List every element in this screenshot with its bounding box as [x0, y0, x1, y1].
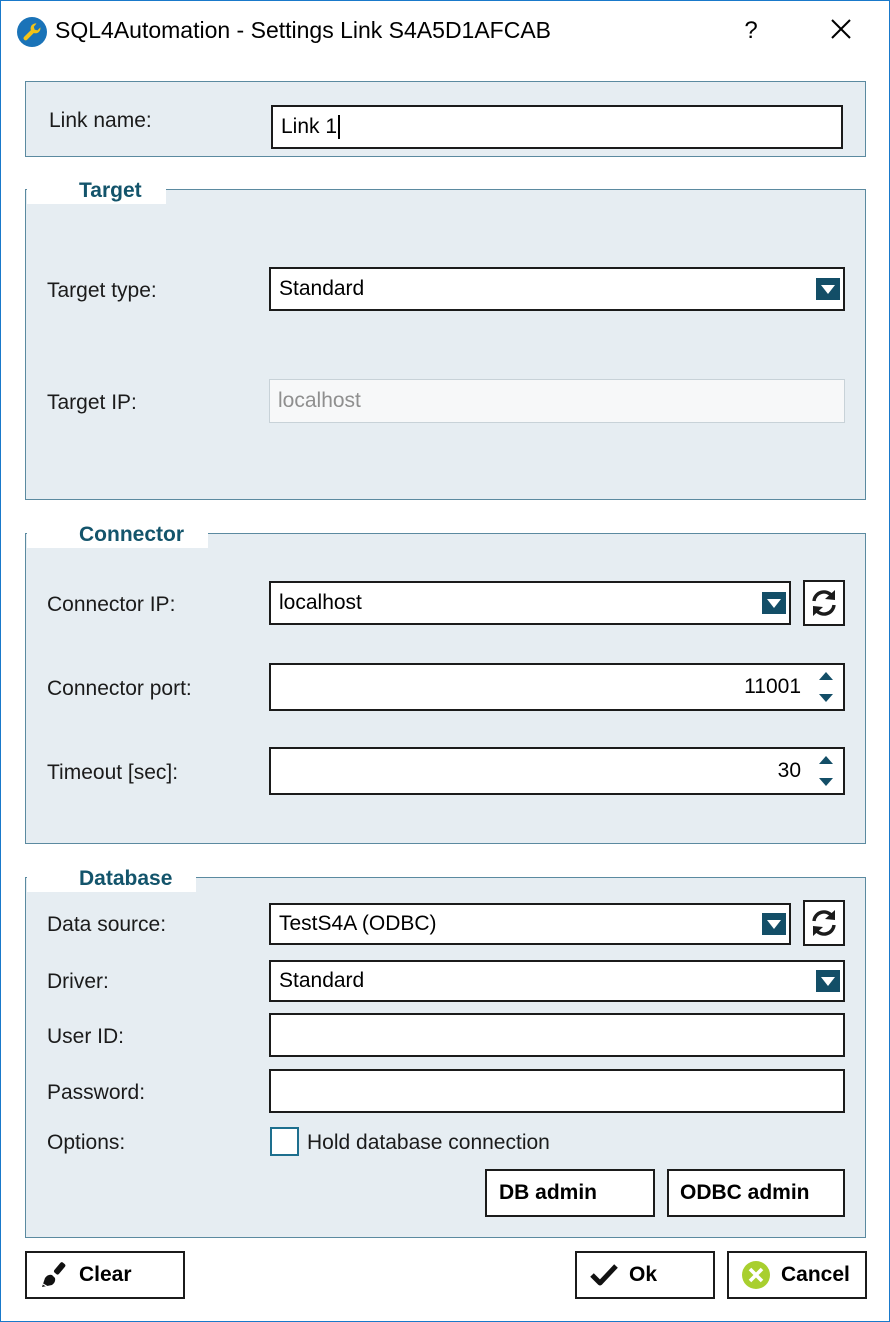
connector-legend: Connector: [27, 522, 208, 548]
connector-port-value: 11001: [744, 675, 801, 698]
connector-port-label: Connector port:: [47, 677, 192, 700]
clear-button[interactable]: Clear: [25, 1251, 185, 1299]
user-id-label: User ID:: [47, 1025, 125, 1048]
settings-dialog: SQL4Automation - Settings Link S4A5D1AFC…: [0, 0, 890, 1322]
ok-button[interactable]: Ok: [575, 1251, 715, 1299]
data-source-value: TestS4A (ODBC): [279, 912, 437, 935]
odbc-admin-button[interactable]: ODBC admin: [667, 1169, 845, 1217]
close-icon[interactable]: [819, 11, 863, 51]
target-ip-label: Target IP:: [47, 391, 137, 414]
driver-value: Standard: [279, 969, 365, 992]
driver-label: Driver:: [47, 970, 109, 993]
connector-ip-value: localhost: [279, 591, 362, 614]
db-admin-label: DB admin: [499, 1181, 598, 1204]
brush-icon: [42, 1262, 66, 1288]
refresh-icon: [812, 910, 836, 936]
driver-dropdown[interactable]: Standard: [269, 960, 845, 1002]
title-bar[interactable]: SQL4Automation - Settings Link S4A5D1AFC…: [1, 1, 889, 63]
target-type-dropdown[interactable]: Standard: [269, 267, 845, 311]
target-ip-input: localhost: [269, 379, 845, 423]
connector-ip-dropdown[interactable]: localhost: [269, 581, 791, 625]
chevron-down-icon[interactable]: [762, 913, 786, 935]
spin-down-icon[interactable]: [819, 778, 833, 786]
timeout-value: 30: [777, 759, 801, 782]
window-title: SQL4Automation - Settings Link S4A5D1AFC…: [55, 17, 552, 43]
spin-up-icon[interactable]: [819, 756, 833, 764]
connector-refresh-button[interactable]: [803, 580, 845, 626]
target-ip-placeholder: localhost: [278, 389, 361, 412]
spin-down-icon[interactable]: [819, 694, 833, 702]
ok-label: Ok: [629, 1263, 658, 1286]
user-id-input[interactable]: [269, 1013, 845, 1057]
cancel-button[interactable]: Cancel: [727, 1251, 867, 1299]
options-label: Options:: [47, 1131, 126, 1154]
help-button[interactable]: ?: [729, 11, 773, 51]
connector-port-stepper[interactable]: 11001: [269, 663, 845, 711]
chevron-down-icon[interactable]: [762, 592, 786, 614]
target-type-label: Target type:: [47, 279, 157, 302]
text-caret: [338, 115, 341, 139]
data-source-dropdown[interactable]: TestS4A (ODBC): [269, 903, 791, 945]
hold-connection-checkbox[interactable]: [270, 1127, 299, 1156]
target-panel: [25, 189, 866, 500]
checkmark-icon: [590, 1264, 618, 1286]
spin-up-icon[interactable]: [819, 672, 833, 680]
link-name-label: Link name:: [49, 109, 152, 132]
refresh-icon: [812, 590, 836, 616]
connector-ip-label: Connector IP:: [47, 593, 176, 616]
timeout-stepper[interactable]: 30: [269, 747, 845, 795]
hold-connection-label[interactable]: Hold database connection: [307, 1131, 550, 1155]
timeout-label: Timeout [sec]:: [47, 761, 179, 784]
link-name-value: Link 1: [281, 115, 338, 138]
database-legend: Database: [27, 866, 197, 892]
wrench-icon: [17, 17, 47, 47]
data-source-label: Data source:: [47, 913, 167, 936]
db-admin-button[interactable]: DB admin: [485, 1169, 655, 1217]
chevron-down-icon[interactable]: [816, 970, 840, 992]
link-name-input[interactable]: Link 1: [271, 105, 843, 149]
data-source-refresh-button[interactable]: [803, 900, 845, 946]
target-legend: Target: [27, 178, 166, 204]
clear-label: Clear: [79, 1263, 132, 1286]
cancel-label: Cancel: [781, 1263, 850, 1286]
chevron-down-icon[interactable]: [816, 278, 840, 300]
odbc-admin-label: ODBC admin: [680, 1181, 810, 1204]
cancel-icon: [742, 1261, 770, 1289]
password-input[interactable]: [269, 1069, 845, 1113]
target-type-value: Standard: [279, 277, 365, 300]
password-label: Password:: [47, 1081, 146, 1104]
